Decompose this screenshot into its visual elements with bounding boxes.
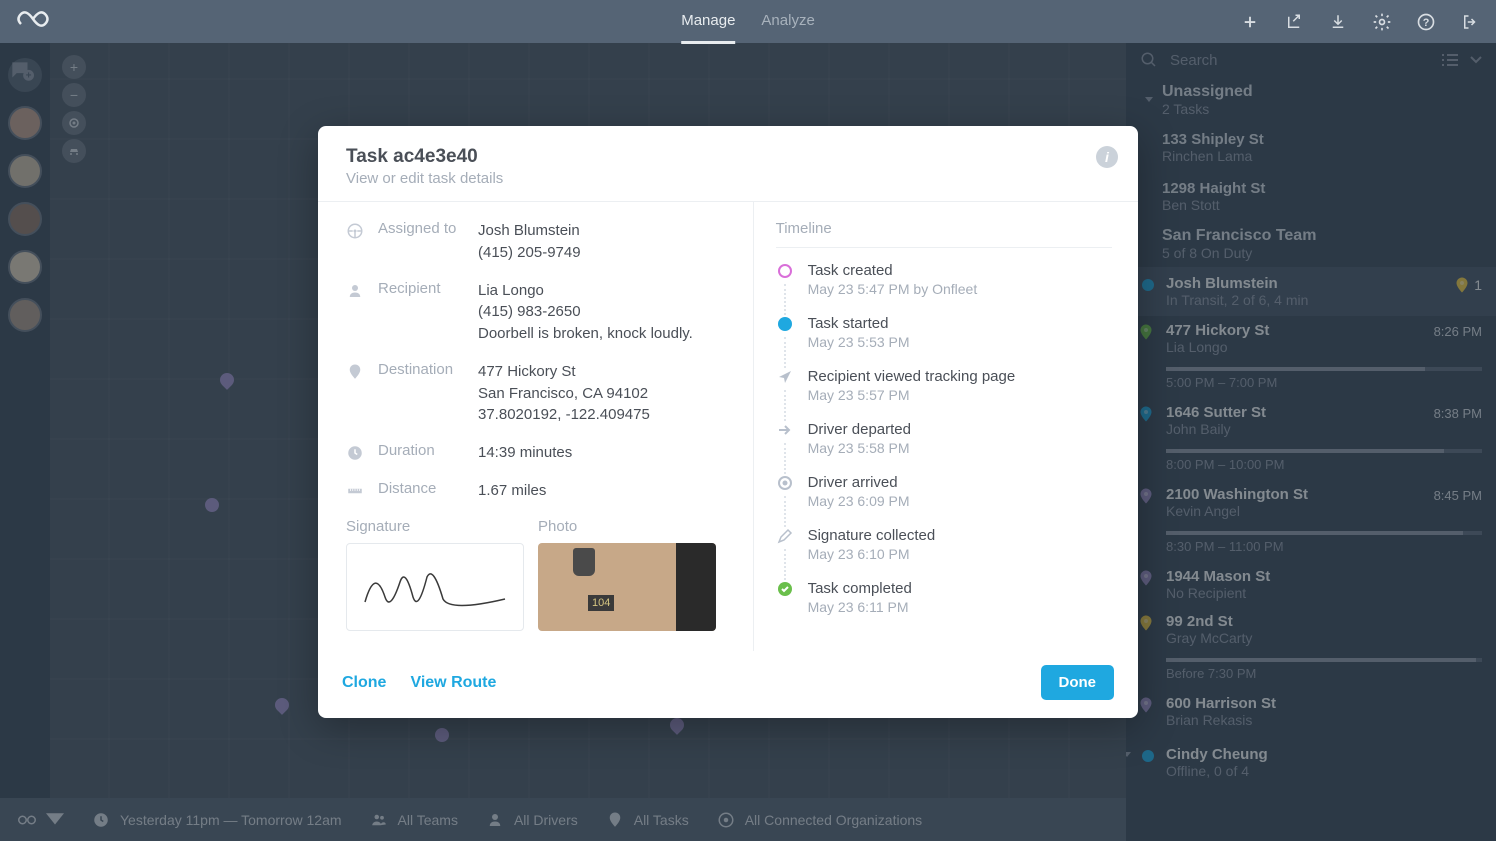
svg-text:?: ? [1423, 17, 1430, 29]
nav-tabs: Manage Analyze [681, 0, 815, 44]
timeline-item: Driver arrived May 23 6:09 PM [776, 474, 1112, 509]
timeline-timestamp: May 23 5:53 PM [808, 334, 910, 350]
modal-body: Assigned to Josh Blumstein (415) 205-974… [318, 201, 1138, 651]
assigned-phone: (415) 205-9749 [478, 242, 581, 264]
clock-icon [346, 444, 364, 462]
photo-image[interactable]: 104 [538, 543, 716, 631]
timeline-item: Task completed May 23 6:11 PM [776, 580, 1112, 615]
assigned-label: Assigned to [378, 220, 464, 264]
timeline-timestamp: May 23 5:58 PM [808, 440, 911, 456]
timeline-timestamp: May 23 6:10 PM [808, 546, 936, 562]
done-button[interactable]: Done [1041, 665, 1115, 700]
timeline-title: Signature collected [808, 527, 936, 544]
modal-footer: Clone View Route Done [318, 651, 1138, 718]
gear-icon[interactable] [1372, 12, 1392, 32]
dest-city: San Francisco, CA 94102 [478, 383, 650, 405]
tab-manage[interactable]: Manage [681, 0, 735, 44]
photo-house-number: 104 [588, 595, 614, 611]
timeline-item: Signature collected May 23 6:10 PM [776, 527, 1112, 562]
dest-addr: 477 Hickory St [478, 361, 650, 383]
distance-value: 1.67 miles [478, 480, 546, 502]
duration-value: 14:39 minutes [478, 442, 572, 464]
timeline-item: Recipient viewed tracking page May 23 5:… [776, 368, 1112, 403]
arrow-icon [776, 421, 794, 439]
duration-label: Duration [378, 442, 464, 464]
topbar: Manage Analyze ? [0, 0, 1496, 43]
recipient-label: Recipient [378, 280, 464, 345]
timeline-title: Driver arrived [808, 474, 910, 491]
app-logo [16, 10, 50, 34]
modal-header: Task ac4e3e40 View or edit task details … [318, 126, 1138, 201]
view-route-button[interactable]: View Route [410, 674, 496, 692]
timeline-timestamp: May 23 5:57 PM [808, 387, 1016, 403]
timeline-title: Recipient viewed tracking page [808, 368, 1016, 385]
topbar-actions: ? [1240, 12, 1480, 32]
photo-label: Photo [538, 518, 716, 535]
recipient-note: Doorbell is broken, knock loudly. [478, 323, 693, 345]
tab-analyze[interactable]: Analyze [761, 0, 814, 44]
person-icon [346, 282, 364, 300]
timeline-timestamp: May 23 6:11 PM [808, 599, 912, 615]
recipient-name: Lia Longo [478, 280, 693, 302]
timeline-title: Task created [808, 262, 978, 279]
target-icon [776, 474, 794, 492]
timeline-item: Driver departed May 23 5:58 PM [776, 421, 1112, 456]
clone-button[interactable]: Clone [342, 674, 386, 692]
pin-icon [346, 363, 364, 381]
destination-label: Destination [378, 361, 464, 426]
assigned-name: Josh Blumstein [478, 220, 581, 242]
steering-icon [346, 222, 364, 240]
pen-icon [776, 527, 794, 545]
check-icon [776, 580, 794, 598]
navigate-icon [776, 368, 794, 386]
timeline-column: Timeline Task created May 23 5:47 PM by … [753, 202, 1138, 651]
import-icon[interactable] [1284, 12, 1304, 32]
timeline-title: Task completed [808, 580, 912, 597]
modal-subtitle: View or edit task details [346, 170, 1110, 187]
modal-title: Task ac4e3e40 [346, 146, 1110, 168]
details-column: Assigned to Josh Blumstein (415) 205-974… [318, 202, 753, 651]
timeline-item: Task created May 23 5:47 PM by Onfleet [776, 262, 1112, 297]
download-icon[interactable] [1328, 12, 1348, 32]
timeline-item: Task started May 23 5:53 PM [776, 315, 1112, 350]
signature-label: Signature [346, 518, 524, 535]
circle-outline-icon [776, 262, 794, 280]
add-icon[interactable] [1240, 12, 1260, 32]
dest-coords: 37.8020192, -122.409475 [478, 404, 650, 426]
recipient-phone: (415) 983-2650 [478, 301, 693, 323]
task-modal: Task ac4e3e40 View or edit task details … [318, 126, 1138, 718]
help-icon[interactable]: ? [1416, 12, 1436, 32]
signature-image[interactable] [346, 543, 524, 631]
timeline-timestamp: May 23 5:47 PM by Onfleet [808, 281, 978, 297]
timeline-title: Driver departed [808, 421, 911, 438]
distance-label: Distance [378, 480, 464, 502]
ruler-icon [346, 482, 364, 500]
logout-icon[interactable] [1460, 12, 1480, 32]
timeline-title: Task started [808, 315, 910, 332]
timeline-label: Timeline [776, 220, 1112, 248]
circle-fill-icon [776, 315, 794, 333]
timeline-timestamp: May 23 6:09 PM [808, 493, 910, 509]
info-icon[interactable]: i [1096, 146, 1118, 168]
